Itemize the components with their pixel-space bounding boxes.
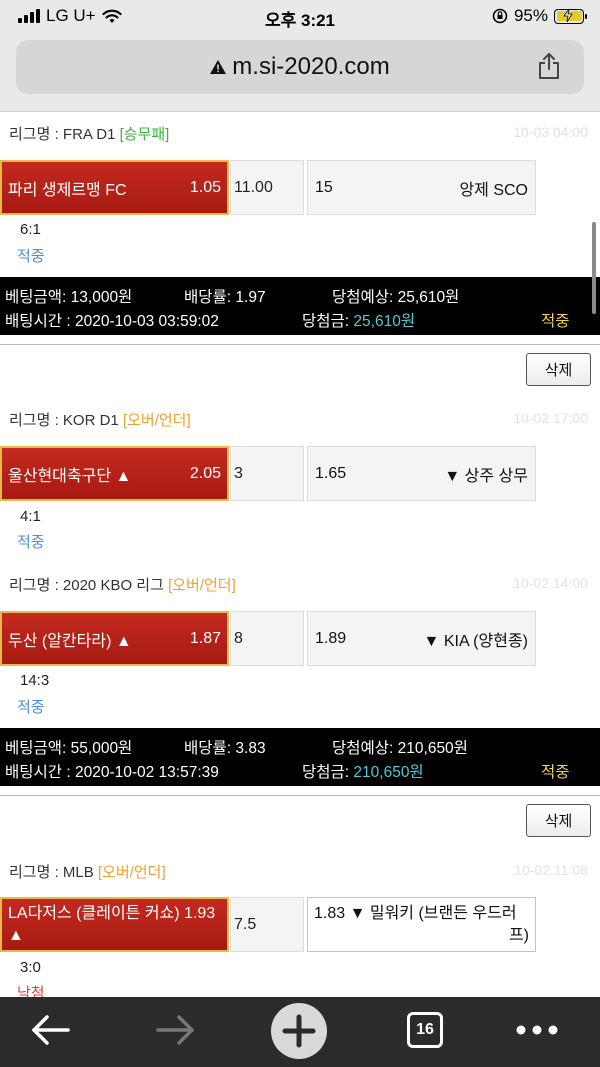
scroll-indicator[interactable] bbox=[592, 222, 596, 314]
rotation-lock-icon bbox=[492, 8, 508, 24]
handicap-cell[interactable]: 7.5 bbox=[230, 897, 304, 952]
home-arrow: ▲ bbox=[8, 926, 24, 944]
back-arrow-icon bbox=[32, 1015, 70, 1045]
bet-amount: 베팅금액: 55,000원 bbox=[5, 740, 133, 757]
draw-value: 11.00 bbox=[234, 178, 273, 196]
bet-summary: 베팅금액: 55,000원 배당률: 3.83 당첨예상: 210,650원 배… bbox=[0, 728, 600, 786]
handicap-value: 7.5 bbox=[234, 915, 257, 933]
home-team-cell[interactable]: 울산현대축구단 ▲ 2.05 bbox=[0, 446, 229, 501]
divider bbox=[0, 795, 600, 796]
match-date: 10-02 11:08 bbox=[514, 862, 588, 878]
match-date: 10-02 14:00 bbox=[513, 575, 588, 591]
new-tab-button[interactable] bbox=[269, 1001, 329, 1061]
home-team-name: 울산현대축구단 ▲ bbox=[8, 467, 132, 485]
tabs-icon: 16 bbox=[407, 1012, 443, 1048]
away-team-cell[interactable]: 1.89 ▼ KIA (양현종) bbox=[307, 611, 536, 666]
match-score: 14:3 bbox=[20, 672, 50, 689]
match-date: 10-02 17:00 bbox=[513, 410, 588, 426]
home-team-cell[interactable]: 두산 (알칸타라) ▲ 1.87 bbox=[0, 611, 229, 666]
home-odds: 1.05 bbox=[189, 178, 221, 196]
bet-rate: 배당률: 1.97 bbox=[184, 289, 266, 306]
match-score: 4:1 bbox=[20, 508, 41, 525]
win-amount: 당첨금: 25,610원 bbox=[302, 313, 416, 330]
league-tag: [승무패] bbox=[119, 126, 170, 143]
tabs-button[interactable]: 16 bbox=[400, 1007, 450, 1053]
home-team-name: 두산 (알칸타라) ▲ bbox=[8, 632, 132, 650]
league-tag: [오버/언더] bbox=[122, 412, 191, 429]
battery-icon bbox=[554, 8, 587, 24]
home-odds: 1.87 bbox=[189, 629, 221, 647]
bet-rate: 배당률: 3.83 bbox=[184, 740, 266, 757]
away-team-cell[interactable]: 1.65 ▼ 상주 상무 bbox=[307, 446, 536, 501]
delete-button[interactable]: 삭제 bbox=[526, 353, 591, 386]
away-team-name: 앙제 SCO bbox=[459, 181, 528, 199]
status-bar: LG U+ 오후 3:21 95% bbox=[0, 0, 600, 34]
bet-summary: 베팅금액: 13,000원 배당률: 1.97 당첨예상: 25,610원 배팅… bbox=[0, 277, 600, 335]
home-team-name: 파리 생제르맹 FC bbox=[8, 181, 127, 199]
away-team-cell[interactable]: 1.83 ▼ 밀워키 (브랜든 우드러 프) bbox=[307, 897, 536, 952]
browser-top-bar: LG U+ 오후 3:21 95% m.si-2020.com bbox=[0, 0, 600, 112]
bet-amount: 베팅금액: 13,000원 bbox=[5, 289, 133, 306]
forward-arrow-icon bbox=[156, 1015, 194, 1045]
bet-time: 배팅시간 : 2020-10-03 03:59:02 bbox=[5, 313, 219, 330]
more-button[interactable] bbox=[512, 1007, 562, 1053]
league-label: 리그명 : 2020 KBO 리그 [오버/언더] bbox=[9, 577, 236, 594]
bet-history-list: 리그명 : FRA D1 [승무패] 10-03 04:00 파리 생제르맹 F… bbox=[0, 112, 600, 997]
bet-time: 배팅시간 : 2020-10-02 13:57:39 bbox=[5, 764, 219, 781]
match-result: 적중 bbox=[17, 699, 45, 716]
expected-win: 당첨예상: 210,650원 bbox=[332, 740, 468, 757]
warning-icon bbox=[210, 60, 227, 74]
draw-cell[interactable]: 11.00 bbox=[230, 160, 304, 215]
browser-toolbar: 16 bbox=[0, 997, 600, 1067]
away-team-cell[interactable]: 15 앙제 SCO bbox=[307, 160, 536, 215]
match-score: 6:1 bbox=[20, 221, 41, 238]
more-dots-icon bbox=[516, 1025, 558, 1035]
match-score: 3:0 bbox=[20, 959, 41, 976]
away-team-name: ▼ 상주 상무 bbox=[444, 467, 528, 485]
match-result: 낙첨 bbox=[17, 985, 45, 997]
bet-status: 적중 bbox=[541, 313, 570, 330]
divider bbox=[0, 344, 600, 345]
share-icon[interactable] bbox=[536, 52, 562, 80]
home-team-cell[interactable]: LA다저스 (클레이튼 커쇼) 1.93 ▲ bbox=[0, 897, 229, 952]
url-text: m.si-2020.com bbox=[232, 53, 390, 80]
league-label: 리그명 : FRA D1 [승무패] bbox=[9, 126, 170, 143]
match-result: 적중 bbox=[17, 534, 45, 551]
battery-percent: 95% bbox=[513, 6, 548, 25]
away-team-line2: 프) bbox=[508, 926, 529, 944]
back-button[interactable] bbox=[26, 1007, 76, 1053]
handicap-cell[interactable]: 8 bbox=[230, 611, 304, 666]
match-result: 적중 bbox=[17, 248, 45, 265]
home-team-name: LA다저스 (클레이튼 커쇼) 1.93 bbox=[8, 904, 216, 922]
away-team-line1: 1.83 ▼ 밀워키 (브랜든 우드러 bbox=[314, 904, 517, 922]
league-label: 리그명 : MLB [오버/언더] bbox=[9, 864, 166, 881]
handicap-value: 8 bbox=[234, 629, 243, 647]
league-tag: [오버/언더] bbox=[168, 577, 236, 594]
home-team-cell[interactable]: 파리 생제르맹 FC 1.05 bbox=[0, 160, 229, 215]
away-team-name: ▼ KIA (양현종) bbox=[423, 632, 528, 650]
match-date: 10-03 04:00 bbox=[513, 124, 588, 140]
win-amount: 당첨금: 210,650원 bbox=[302, 764, 424, 781]
away-odds: 1.65 bbox=[315, 464, 347, 482]
expected-win: 당첨예상: 25,610원 bbox=[332, 289, 460, 306]
handicap-cell[interactable]: 3 bbox=[230, 446, 304, 501]
new-tab-plus-icon bbox=[271, 1003, 327, 1059]
delete-button[interactable]: 삭제 bbox=[526, 804, 591, 837]
bet-status: 적중 bbox=[541, 764, 570, 781]
away-odds: 1.89 bbox=[315, 629, 347, 647]
away-odds: 15 bbox=[315, 178, 333, 196]
handicap-value: 3 bbox=[234, 464, 243, 482]
forward-button[interactable] bbox=[150, 1007, 200, 1053]
league-tag: [오버/언더] bbox=[97, 864, 166, 881]
address-bar[interactable]: m.si-2020.com bbox=[16, 40, 584, 94]
league-label: 리그명 : KOR D1 [오버/언더] bbox=[9, 412, 191, 429]
home-odds: 2.05 bbox=[189, 464, 221, 482]
